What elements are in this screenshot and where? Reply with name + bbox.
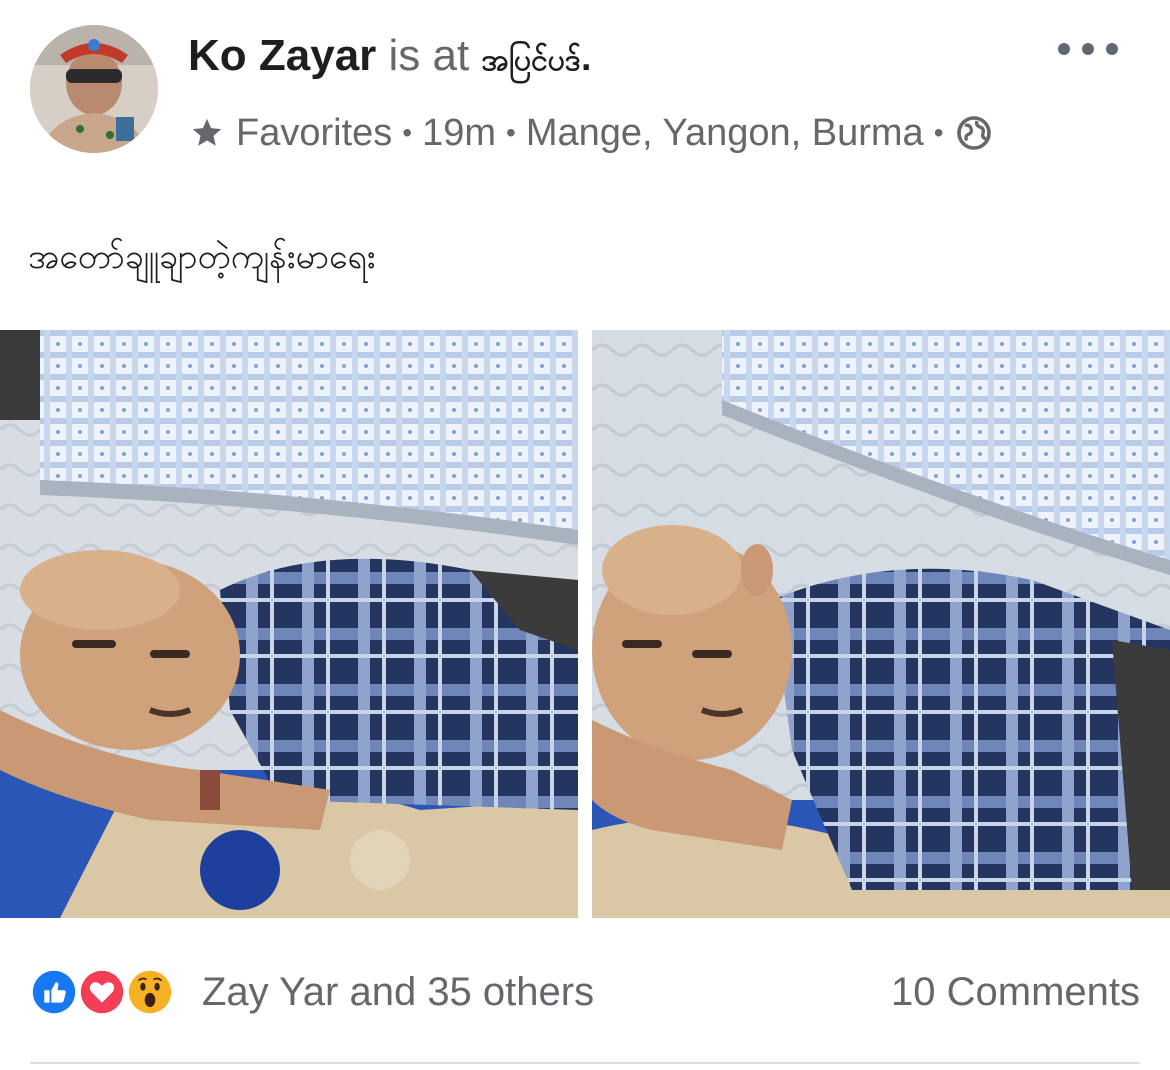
- more-options-button[interactable]: [1058, 34, 1118, 64]
- reactions-count-text[interactable]: Zay Yar and 35 others: [202, 970, 594, 1015]
- comments-count-link[interactable]: 10 Comments: [891, 966, 1140, 1018]
- globe-icon[interactable]: [956, 115, 992, 151]
- meta-separator: •: [933, 117, 944, 148]
- reaction-icons: [28, 962, 190, 1022]
- love-reaction-icon: [76, 966, 128, 1018]
- post-photo-1[interactable]: [0, 330, 578, 918]
- more-options-icon: [1058, 43, 1070, 55]
- post-photo-2[interactable]: [592, 330, 1170, 918]
- checkin-connector: is at: [388, 31, 470, 80]
- reactions-summary[interactable]: Zay Yar and 35 others: [28, 962, 594, 1022]
- meta-separator: •: [402, 117, 413, 148]
- author-name[interactable]: Ko Zayar: [188, 31, 376, 80]
- photo-2-image: [592, 330, 1170, 918]
- footer-divider: [30, 1062, 1140, 1064]
- author-line: Ko Zayar is at အပြင်ပဒ်.: [188, 28, 592, 89]
- post-caption: အတော်ချူချာတဲ့ကျန်းမာရေး: [28, 237, 376, 277]
- checkin-place[interactable]: အပြင်ပဒ်.: [481, 43, 591, 78]
- post-location[interactable]: Mange, Yangon, Burma: [526, 108, 924, 158]
- audience-label[interactable]: Favorites: [236, 108, 392, 158]
- author-avatar[interactable]: [30, 25, 158, 153]
- post-meta: Favorites • 19m • Mange, Yangon, Burma •: [190, 108, 992, 158]
- post-timestamp[interactable]: 19m: [422, 108, 496, 158]
- more-options-dot: [1106, 43, 1118, 55]
- star-icon: [192, 118, 222, 146]
- meta-separator: •: [506, 117, 516, 148]
- more-options-dot: [1082, 43, 1094, 55]
- photo-1-image: [0, 330, 578, 918]
- wow-reaction-icon: [124, 966, 176, 1018]
- post-card: Ko Zayar is at အပြင်ပဒ်. Favorites • 19m…: [0, 0, 1170, 1070]
- avatar-image: [30, 25, 158, 153]
- like-reaction-icon: [28, 966, 80, 1018]
